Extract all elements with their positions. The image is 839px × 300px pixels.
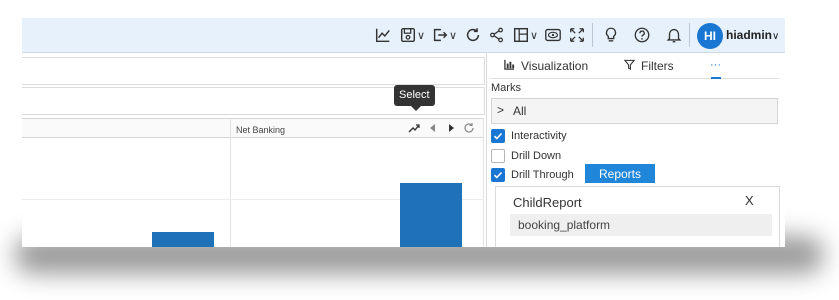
option-drill-down[interactable]: Drill Down <box>491 149 561 163</box>
share-icon[interactable] <box>488 25 506 45</box>
marks-all-label: All <box>513 104 527 118</box>
bell-icon[interactable] <box>665 25 683 45</box>
layout-icon[interactable]: ∨ <box>512 25 538 45</box>
top-toolbar: ∨ ∨ ∨ HI hiadmin∨ <box>22 18 785 53</box>
option-label: Interactivity <box>511 130 567 142</box>
toolbar-separator <box>689 23 690 47</box>
option-label: Drill Down <box>511 150 562 162</box>
trend-icon[interactable] <box>408 122 420 134</box>
chevron-down-icon: ∨ <box>449 29 458 42</box>
properties-panel: Visualization Filters ··· Marks > All In… <box>486 53 785 247</box>
checkbox-drill-through[interactable] <box>491 168 505 182</box>
column-header-net-banking: Net Banking <box>236 125 286 135</box>
field-label: booking_platform <box>518 218 611 232</box>
tooltip: Select <box>394 85 435 111</box>
option-drill-through[interactable]: Drill Through <box>491 168 574 182</box>
fullscreen-icon[interactable] <box>568 25 586 45</box>
preview-icon[interactable] <box>544 25 562 45</box>
reports-button[interactable]: Reports <box>585 164 655 183</box>
tab-filters[interactable]: Filters <box>623 59 674 73</box>
close-icon[interactable]: X <box>745 193 754 208</box>
line-chart-icon[interactable] <box>374 25 392 45</box>
next-icon[interactable] <box>445 122 457 134</box>
user-menu[interactable]: hiadmin∨ <box>726 28 779 42</box>
column-divider <box>483 118 484 247</box>
checkbox-drill-down[interactable] <box>491 149 505 163</box>
child-report-field[interactable]: booking_platform <box>510 214 772 236</box>
tab-divider <box>489 78 779 79</box>
chevron-down-icon: ∨ <box>417 29 426 42</box>
marks-all-row[interactable]: > All <box>491 98 778 124</box>
shelf-field[interactable] <box>22 57 485 85</box>
avatar[interactable]: HI <box>697 23 723 49</box>
more-icon: ··· <box>710 59 721 71</box>
filter-icon <box>623 59 636 73</box>
refresh-icon[interactable] <box>464 25 482 45</box>
active-tab-indicator <box>711 77 721 79</box>
bar-chart-icon <box>504 59 515 73</box>
marks-label: Marks <box>491 82 521 94</box>
prev-icon[interactable] <box>427 122 439 134</box>
export-icon[interactable]: ∨ <box>431 25 457 45</box>
checkbox-interactivity[interactable] <box>491 129 505 143</box>
chart-bar[interactable] <box>152 232 214 247</box>
help-icon[interactable] <box>633 25 651 45</box>
app-window: ∨ ∨ ∨ HI hiadmin∨ Net Banking Select Vis… <box>22 0 785 247</box>
chevron-right-icon: > <box>497 103 505 117</box>
lightbulb-icon[interactable] <box>602 25 620 45</box>
option-label: Drill Through <box>511 169 574 181</box>
option-interactivity[interactable]: Interactivity <box>491 129 567 143</box>
reload-icon[interactable] <box>463 122 475 134</box>
user-name: hiadmin <box>726 28 773 42</box>
tab-label: Filters <box>641 59 674 73</box>
child-report-title: ChildReport <box>513 195 582 210</box>
save-icon[interactable]: ∨ <box>399 25 425 45</box>
tab-label: Visualization <box>521 59 589 73</box>
chevron-down-icon: ∨ <box>772 31 780 42</box>
child-report-card: ChildReport X booking_platform <box>495 186 780 247</box>
toolbar-separator <box>592 23 593 47</box>
tab-more[interactable]: ··· <box>710 59 721 71</box>
chart-bar[interactable] <box>400 183 462 247</box>
chevron-down-icon: ∨ <box>530 29 539 42</box>
column-divider <box>230 118 231 247</box>
tab-visualization[interactable]: Visualization <box>504 59 588 73</box>
